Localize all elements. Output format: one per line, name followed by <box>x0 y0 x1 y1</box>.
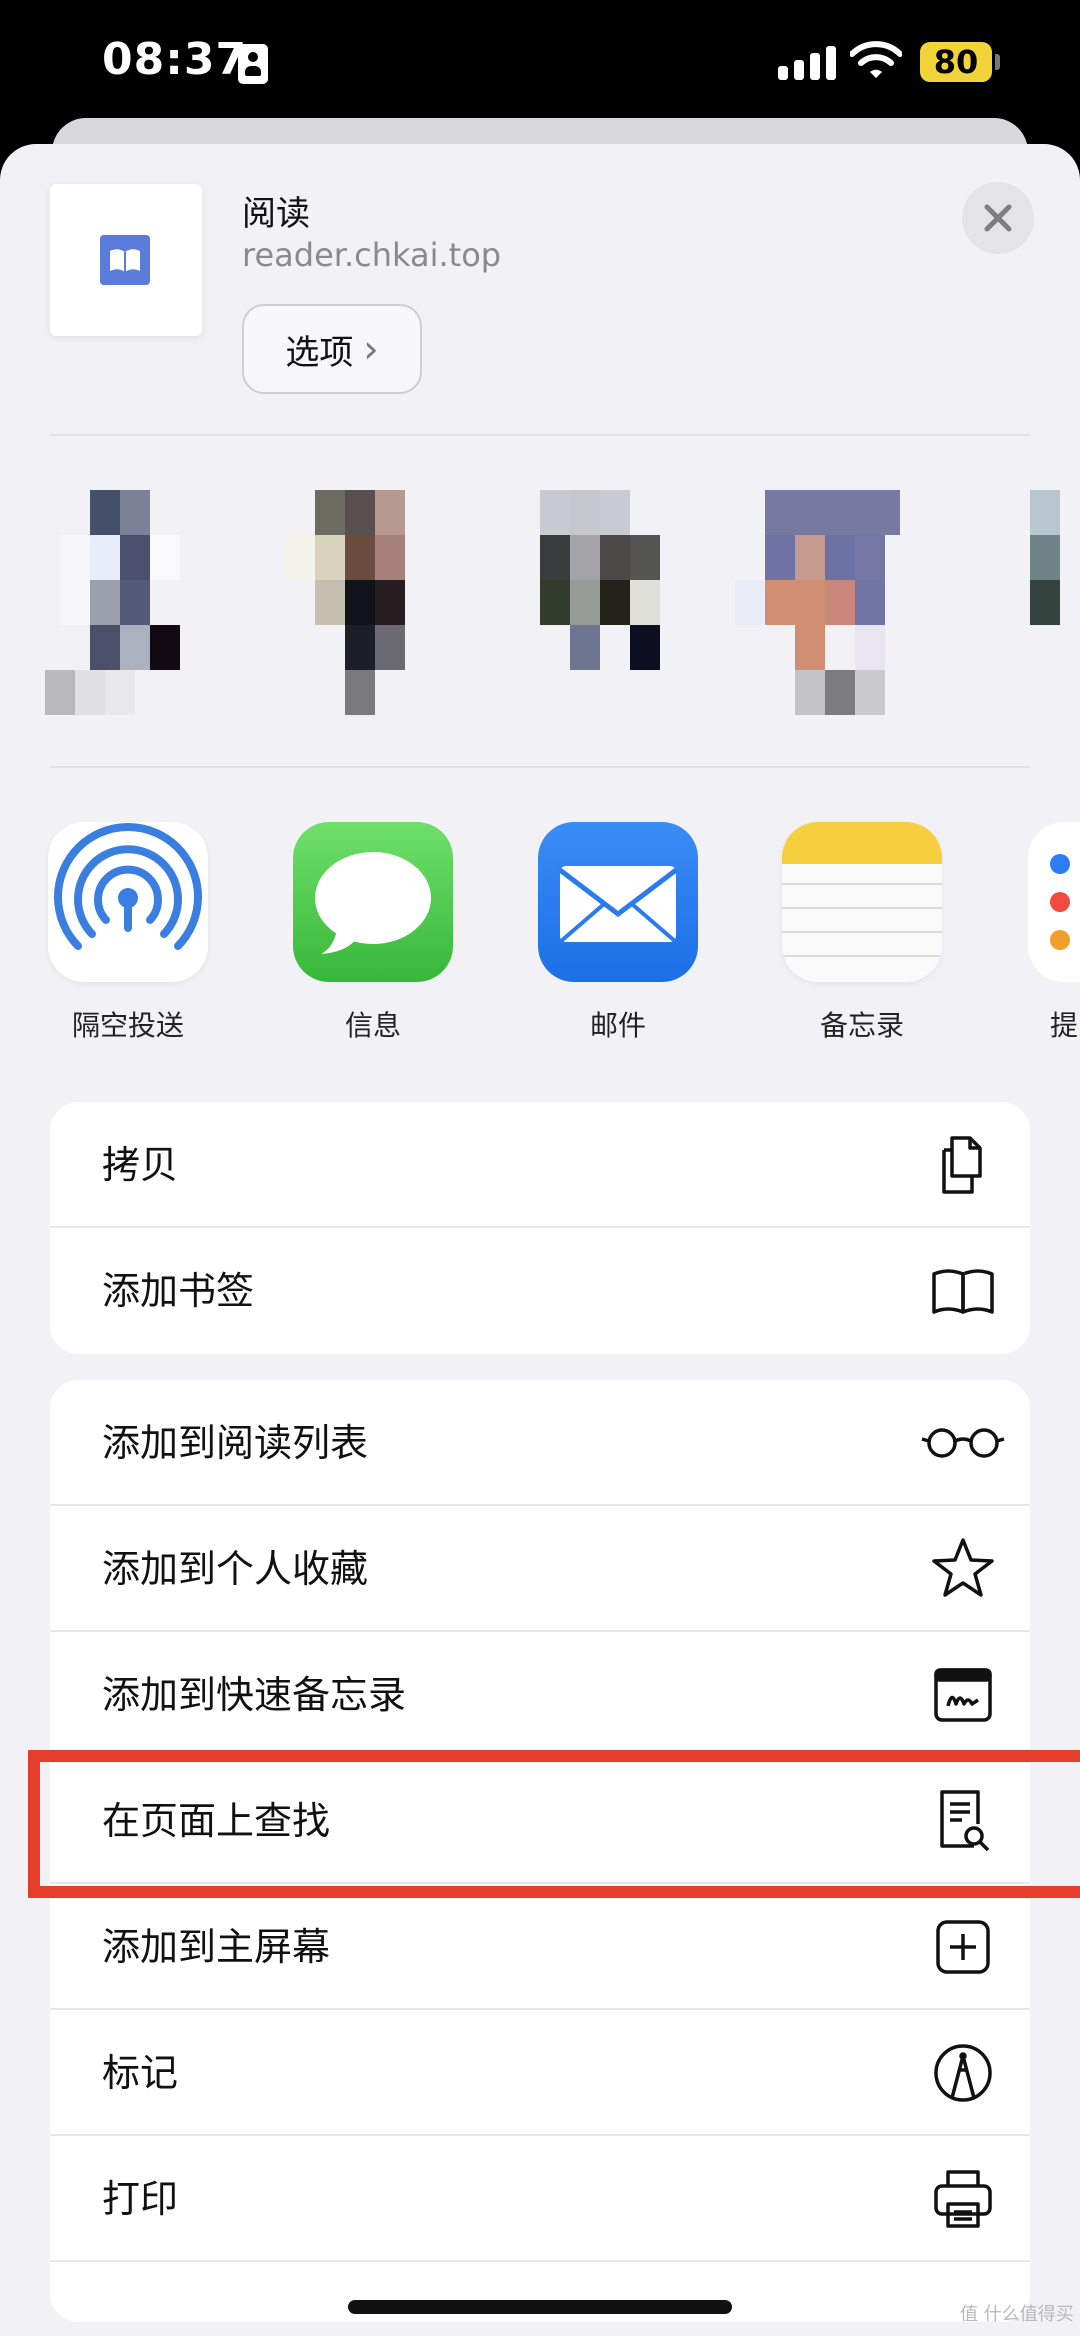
action-copy[interactable]: 拷贝 <box>50 1102 1030 1228</box>
action-label: 打印 <box>102 2177 179 2221</box>
book-app-icon <box>100 235 150 285</box>
star-icon <box>932 1538 994 1597</box>
action-print[interactable]: 打印 <box>50 2136 1030 2262</box>
app-messages[interactable]: 信息 <box>293 822 453 1044</box>
id-card-icon <box>238 44 268 84</box>
highlight-box <box>28 1750 1080 1898</box>
contact-suggestion[interactable] <box>45 490 225 715</box>
contact-suggestion[interactable] <box>495 490 675 715</box>
glasses-icon <box>921 1428 1005 1458</box>
action-label: 添加到个人收藏 <box>102 1547 369 1591</box>
action-add-to-home-screen[interactable]: 添加到主屏幕 <box>50 1884 1030 2010</box>
watermark: 值 什么值得买 <box>960 2304 1074 2325</box>
app-label: 邮件 <box>589 1009 646 1042</box>
app-airdrop[interactable]: 隔空投送 <box>48 822 208 1044</box>
action-label: 标记 <box>102 2051 179 2095</box>
action-add-quick-note[interactable]: 添加到快速备忘录 <box>50 1632 1030 1758</box>
wifi-icon <box>850 41 902 78</box>
mail-icon <box>538 822 698 982</box>
contact-suggestion[interactable] <box>1030 490 1080 715</box>
cellular-signal-icon <box>778 46 836 80</box>
app-notes[interactable]: 备忘录 <box>782 822 942 1044</box>
app-label: 备忘录 <box>819 1009 904 1042</box>
action-label: 添加到主屏幕 <box>102 1925 331 1969</box>
action-add-bookmark[interactable]: 添加书签 <box>50 1228 1030 1354</box>
add-square-icon <box>936 1920 990 1974</box>
action-label: 添加到快速备忘录 <box>102 1673 407 1717</box>
app-mail[interactable]: 邮件 <box>538 822 698 1044</box>
status-bar: 08:37 80 <box>0 0 1080 130</box>
copy-icon <box>942 1136 982 1194</box>
action-add-favorites[interactable]: 添加到个人收藏 <box>50 1506 1030 1632</box>
action-label: 添加书签 <box>102 1269 255 1313</box>
battery-icon: 80 <box>920 42 992 82</box>
contact-suggestion[interactable] <box>270 490 450 715</box>
divider <box>50 766 1030 768</box>
action-markup[interactable]: 标记 <box>50 2010 1030 2136</box>
app-reminders[interactable]: 提 <box>1028 822 1080 1044</box>
options-button[interactable]: 选项 › <box>242 304 422 394</box>
options-label: 选项 <box>285 332 354 373</box>
contact-suggestion[interactable] <box>720 490 900 715</box>
app-label: 信息 <box>344 1009 401 1042</box>
action-add-reading-list[interactable]: 添加到阅读列表 <box>50 1380 1030 1506</box>
page-url: reader.chkai.top <box>242 236 502 274</box>
quick-note-icon <box>934 1668 992 1722</box>
action-label: 添加到阅读列表 <box>102 1421 369 1465</box>
home-indicator[interactable] <box>348 2300 732 2314</box>
divider <box>50 434 1030 436</box>
close-button[interactable] <box>962 182 1034 254</box>
share-sheet: 阅读 reader.chkai.top 选项 › 隔空投送 信息 邮件 备忘录 … <box>0 144 1080 2336</box>
page-title: 阅读 <box>242 194 310 234</box>
book-icon <box>932 1269 994 1314</box>
chevron-right-icon: › <box>363 327 379 371</box>
reminders-icon <box>1028 822 1080 982</box>
page-thumbnail <box>50 184 202 336</box>
action-group-1: 拷贝 添加书签 <box>50 1102 1030 1354</box>
airdrop-icon <box>48 822 208 982</box>
notes-icon <box>782 822 942 982</box>
app-label: 提 <box>1050 1009 1079 1042</box>
action-label: 拷贝 <box>102 1143 179 1187</box>
messages-icon <box>293 822 453 982</box>
status-time: 08:37 <box>102 34 248 85</box>
printer-icon <box>934 2170 992 2228</box>
markup-icon <box>934 2044 992 2102</box>
battery-tip <box>995 54 1000 70</box>
app-label: 隔空投送 <box>71 1009 184 1042</box>
